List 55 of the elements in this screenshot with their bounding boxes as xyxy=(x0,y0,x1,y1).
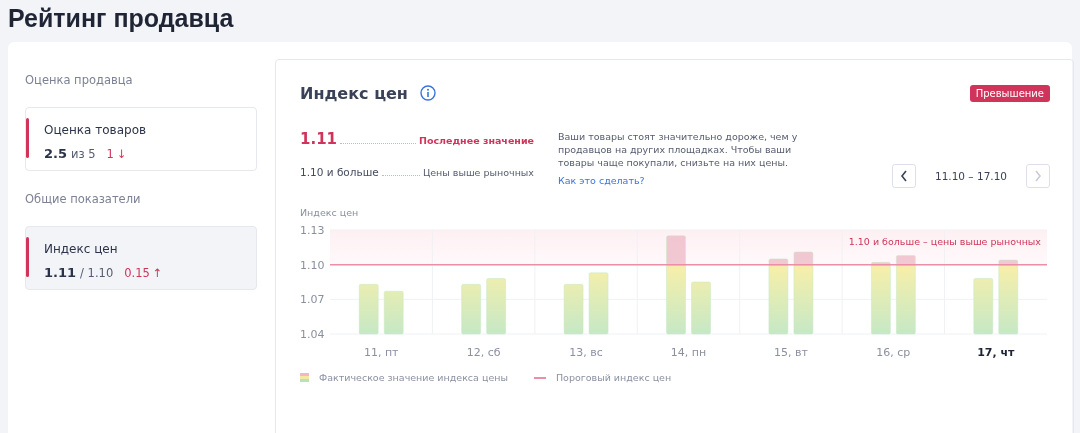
bar xyxy=(358,284,379,335)
bar xyxy=(973,278,994,335)
y-tick-label: 1.10 xyxy=(300,258,325,272)
section-heading: Оценка продавца xyxy=(25,73,134,87)
bar xyxy=(691,281,711,335)
trend-arrow: ↓ xyxy=(116,147,127,161)
legend-label: Пороговый индекс цен xyxy=(555,372,672,383)
metric-change: 0.15 xyxy=(124,266,150,280)
threshold-value: 1.10 и больше xyxy=(300,166,379,178)
chevron-right-icon xyxy=(1034,170,1042,182)
previous-button[interactable] xyxy=(892,164,916,188)
metric-title: Индекс цен xyxy=(44,242,118,256)
description: Ваши товары стоят значительно дороже, чем у продавцов на других площадках. Чтобы ваши товары чаще покупали, снизьте на них цены. xyxy=(558,130,798,169)
card-title: Индекс цен xyxy=(300,83,408,103)
threshold-label: 1.10 и больше – цены выше рыночных xyxy=(848,236,1041,247)
bar xyxy=(486,278,506,335)
x-tick-label: 13, вс xyxy=(569,346,603,359)
bar xyxy=(383,291,404,335)
x-tick-label: 15, вт xyxy=(774,346,808,359)
metric-scale: / 1.10 xyxy=(80,266,114,280)
x-tick-label: 11, пт xyxy=(363,346,399,359)
date-range: 11.10 – 17.10 xyxy=(933,170,1008,182)
chevron-left-icon xyxy=(900,170,908,182)
legend-label: Фактическое значение индекса цены xyxy=(319,372,508,383)
accent-bar xyxy=(26,237,29,277)
metric-title: Оценка товаров xyxy=(44,123,147,137)
section-heading: Общие показатели xyxy=(25,192,142,206)
x-tick-label: 12, сб xyxy=(466,346,501,359)
bar xyxy=(563,284,584,335)
y-tick-label: 1.07 xyxy=(300,293,325,307)
metric-card[interactable]: Оценка товаров 2.5 из 5 1 ↓ xyxy=(25,107,257,171)
y-tick-label: 1.13 xyxy=(300,224,325,237)
metric-value: 2.5 xyxy=(44,146,68,161)
legend-line-icon xyxy=(533,376,546,379)
metric-change: 1 xyxy=(106,147,114,161)
trend-arrow: ↑ xyxy=(152,266,163,280)
y-tick-label: 1.04 xyxy=(300,328,325,341)
x-tick-label: 17, чт xyxy=(977,346,1015,359)
status-badge: Превышение xyxy=(969,84,1050,102)
bar xyxy=(461,284,481,335)
metric-card[interactable]: Индекс цен 1.11 / 1.10 0.15 ↑ xyxy=(25,226,257,290)
x-tick-label: 16, ср xyxy=(876,346,911,359)
page-title: Рейтинг продавца xyxy=(7,3,235,34)
value-label: Цены выше рыночных xyxy=(422,167,534,178)
accent-bar xyxy=(26,118,29,158)
metric-value: 1.11 xyxy=(44,265,77,280)
x-tick-label: 14, пн xyxy=(670,346,707,359)
value-label: Последнее значение xyxy=(418,135,534,146)
current-value: 1.11 xyxy=(300,130,337,148)
bar xyxy=(588,272,609,335)
y-axis-title: Индекс цен xyxy=(300,207,359,218)
legend-swatch xyxy=(300,373,309,382)
help-link[interactable]: Как это сделать? xyxy=(558,175,645,186)
metric-scale: из 5 xyxy=(71,147,96,161)
info-icon[interactable] xyxy=(419,85,436,101)
